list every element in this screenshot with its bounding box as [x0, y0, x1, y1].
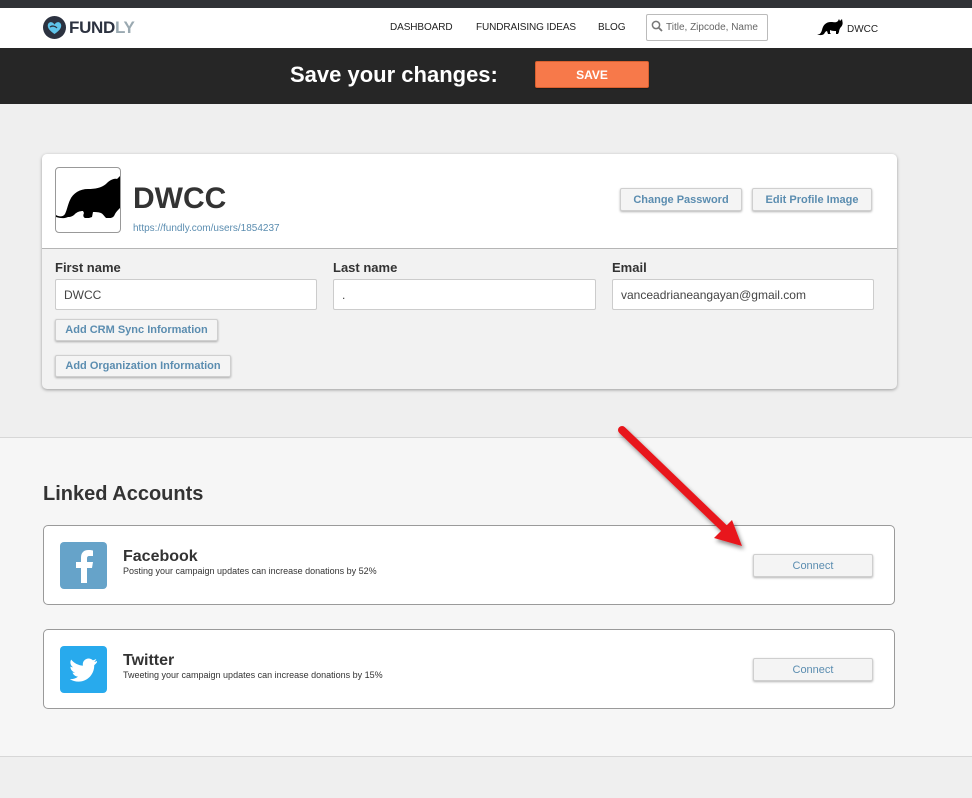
first-name-input[interactable]	[55, 279, 317, 310]
linked-accounts-title: Linked Accounts	[43, 483, 204, 505]
add-crm-sync-button[interactable]: Add CRM Sync Information	[55, 319, 218, 341]
profile-header: DWCC https://fundly.com/users/1854237 Ch…	[42, 154, 897, 249]
twitter-connect-button[interactable]: Connect	[753, 658, 873, 681]
change-password-button[interactable]: Change Password	[620, 188, 742, 211]
cat-avatar-icon	[817, 18, 845, 41]
nav-blog[interactable]: BLOG	[598, 22, 625, 33]
email-input[interactable]	[612, 279, 874, 310]
save-button[interactable]: SAVE	[535, 61, 649, 88]
first-name-label: First name	[55, 260, 121, 275]
account-description: Posting your campaign updates can increa…	[123, 566, 377, 576]
fundly-logo-icon	[43, 16, 66, 39]
save-bar: Save your changes: SAVE	[0, 48, 972, 104]
nav-fundraising-ideas[interactable]: FUNDRAISING IDEAS	[476, 22, 576, 33]
fundly-logo[interactable]: FUNDLY	[43, 16, 135, 39]
email-label: Email	[612, 260, 647, 275]
add-organization-button[interactable]: Add Organization Information	[55, 355, 231, 377]
save-prompt: Save your changes:	[290, 62, 498, 87]
account-description: Tweeting your campaign updates can incre…	[123, 670, 383, 680]
browser-top-strip	[0, 0, 972, 8]
cat-silhouette-icon	[56, 176, 120, 219]
search-input[interactable]	[666, 22, 766, 33]
linked-accounts-section: Linked Accounts Facebook Posting your ca…	[0, 437, 972, 757]
search-icon	[651, 19, 663, 37]
navbar: FUNDLY DASHBOARD FUNDRAISING IDEAS BLOG …	[0, 8, 972, 48]
logo-wordmark: FUNDLY	[69, 18, 135, 38]
last-name-input[interactable]	[333, 279, 596, 310]
edit-profile-image-button[interactable]: Edit Profile Image	[752, 188, 872, 211]
profile-avatar[interactable]	[55, 167, 121, 233]
account-name: Facebook	[123, 548, 198, 565]
account-name: Twitter	[123, 652, 175, 669]
user-name: DWCC	[847, 24, 879, 35]
linked-account-facebook: Facebook Posting your campaign updates c…	[43, 525, 895, 605]
linked-account-twitter: Twitter Tweeting your campaign updates c…	[43, 629, 895, 709]
logo-text-fund: FUND	[69, 17, 116, 37]
nav-dashboard[interactable]: DASHBOARD	[390, 22, 453, 33]
facebook-connect-button[interactable]: Connect	[753, 554, 873, 577]
search-box[interactable]	[646, 14, 768, 41]
facebook-icon	[60, 542, 107, 589]
twitter-icon	[60, 646, 107, 693]
profile-url-link[interactable]: https://fundly.com/users/1854237	[133, 223, 280, 234]
last-name-label: Last name	[333, 260, 398, 275]
user-menu[interactable]: DWCC	[817, 18, 878, 41]
profile-name: DWCC	[133, 182, 227, 215]
logo-text-ly: LY	[115, 17, 135, 37]
profile-card: DWCC https://fundly.com/users/1854237 Ch…	[42, 154, 897, 389]
